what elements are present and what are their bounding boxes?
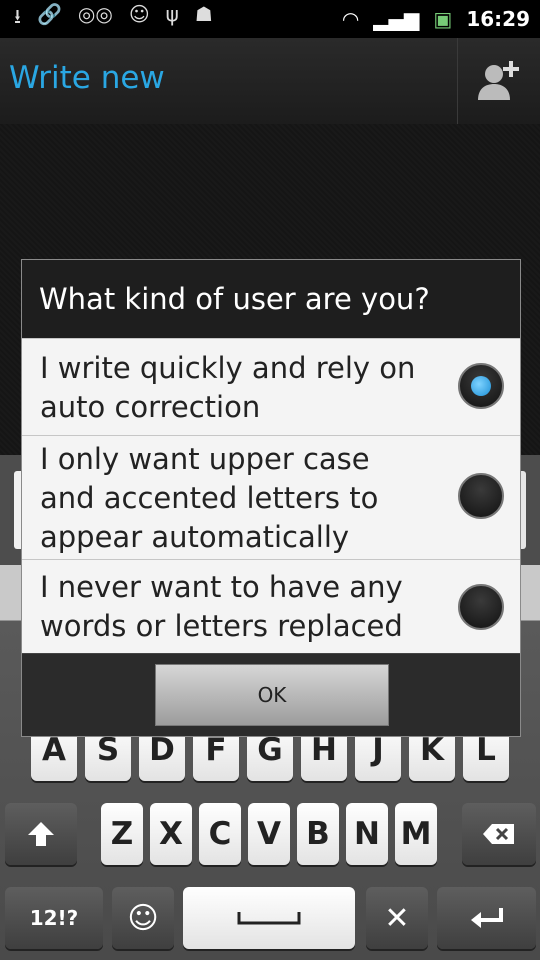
space-icon xyxy=(237,912,301,925)
space-key[interactable] xyxy=(183,887,355,949)
signal-icon: ▂▄▆ xyxy=(373,7,420,31)
shift-key[interactable] xyxy=(5,803,77,865)
option-auto-correction[interactable]: I write quickly and rely on auto correct… xyxy=(22,338,520,435)
clock: 16:29 xyxy=(466,7,530,31)
user-type-dialog: What kind of user are you? I write quick… xyxy=(21,259,521,737)
key-m[interactable]: M xyxy=(395,803,437,865)
key-b[interactable]: B xyxy=(297,803,339,865)
radio-button[interactable] xyxy=(458,363,504,409)
usb-icon: ψ xyxy=(165,2,179,26)
emoji-key[interactable]: ☺ xyxy=(112,887,174,949)
ok-button[interactable]: OK xyxy=(155,664,389,726)
key-x[interactable]: X xyxy=(150,803,192,865)
enter-key[interactable] xyxy=(437,887,536,949)
notification-icons: ⭳ 🔗 ◎◎ ☺ ψ ☗ xyxy=(0,2,213,36)
battery-icon: ▣ xyxy=(433,7,453,31)
shift-icon xyxy=(28,822,54,846)
wifi-icon: ◠ xyxy=(341,7,360,31)
download-icon: ⭳ xyxy=(14,4,21,28)
option-label: I write quickly and rely on auto correct… xyxy=(40,351,416,424)
action-bar: Write new xyxy=(0,38,540,125)
key-c[interactable]: C xyxy=(199,803,241,865)
android-icon: ☗ xyxy=(194,2,213,26)
tools-icon: ✕ xyxy=(384,900,410,936)
radio-button[interactable] xyxy=(458,584,504,630)
key-n[interactable]: N xyxy=(346,803,388,865)
option-never-replace[interactable]: I never want to have any words or letter… xyxy=(22,559,520,656)
backspace-icon xyxy=(483,824,514,844)
option-label: I only want upper case and accented lett… xyxy=(40,442,379,554)
key-v[interactable]: V xyxy=(248,803,290,865)
option-upper-case-accents[interactable]: I only want upper case and accented lett… xyxy=(22,435,520,559)
radio-button[interactable] xyxy=(458,473,504,519)
page-title: Write new xyxy=(9,60,165,96)
settings-key[interactable]: ✕ xyxy=(366,887,428,949)
add-contact-button[interactable] xyxy=(457,38,540,124)
voicemail-icon: ◎◎ xyxy=(77,2,113,26)
key-z[interactable]: Z xyxy=(101,803,143,865)
dialog-footer: OK xyxy=(22,653,520,736)
dialog-title: What kind of user are you? xyxy=(22,260,520,338)
link-icon: 🔗 xyxy=(37,2,62,26)
add-person-icon xyxy=(478,61,519,100)
backspace-key[interactable] xyxy=(462,803,536,865)
message-icon: ☺ xyxy=(128,2,150,26)
enter-icon xyxy=(470,908,503,928)
option-label: I never want to have any words or letter… xyxy=(40,570,403,643)
smiley-icon: ☺ xyxy=(127,900,159,936)
status-bar: ⭳ 🔗 ◎◎ ☺ ψ ☗ ◠ ▂▄▆ ▣ 16:29 xyxy=(0,0,540,38)
symbols-key[interactable]: 12!? xyxy=(5,887,103,949)
